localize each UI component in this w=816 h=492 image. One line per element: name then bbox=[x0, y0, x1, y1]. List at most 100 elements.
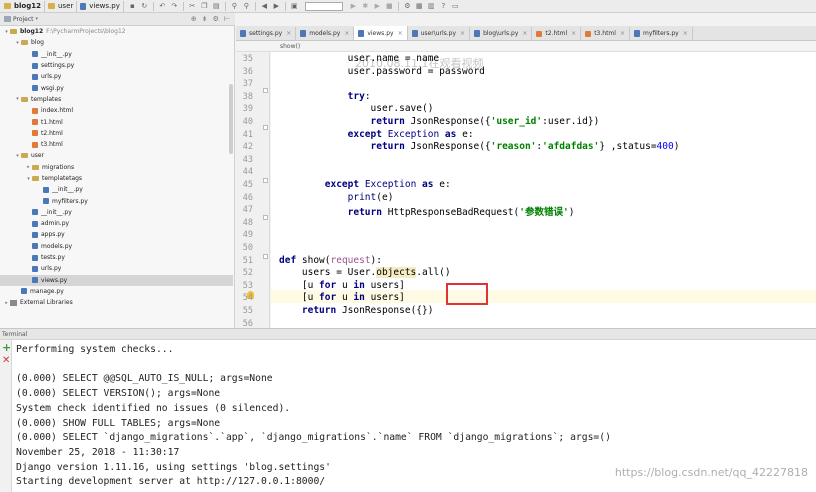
chevron-down-icon[interactable]: ▾ bbox=[3, 29, 10, 35]
terminal-output[interactable]: https://blog.csdn.net/qq_42227818 Perfor… bbox=[12, 340, 816, 492]
chevron-right-icon[interactable]: ▸ bbox=[25, 164, 32, 170]
close-session-icon[interactable]: ✕ bbox=[2, 355, 10, 366]
tree-item[interactable]: ▾ templatetags bbox=[0, 173, 233, 184]
close-icon[interactable]: × bbox=[344, 30, 349, 37]
console-icon[interactable]: ▭ bbox=[451, 2, 460, 11]
close-icon[interactable]: × bbox=[460, 30, 465, 37]
tree-item[interactable]: ▾ templates bbox=[0, 94, 233, 105]
scrollbar[interactable] bbox=[229, 84, 233, 154]
paste-icon[interactable]: ▤ bbox=[212, 2, 221, 11]
function-breadcrumb[interactable]: show() bbox=[280, 43, 300, 50]
tree-item[interactable]: tests.py bbox=[0, 252, 233, 263]
tree-item[interactable]: myfilters.py bbox=[0, 195, 233, 206]
cut-icon[interactable]: ✂ bbox=[188, 2, 197, 11]
code-line: print(e) bbox=[347, 191, 394, 203]
tree-item[interactable]: __init__.py bbox=[0, 207, 233, 218]
line-number: 36 bbox=[242, 66, 253, 77]
tree-item[interactable]: ▾ blog12 F:\PycharmProjects\blog12 bbox=[0, 26, 233, 37]
tree-item[interactable]: urls.py bbox=[0, 71, 233, 82]
stop-icon[interactable]: ■ bbox=[385, 2, 394, 11]
breadcrumb-project[interactable]: blog12 bbox=[1, 0, 45, 12]
close-icon[interactable]: × bbox=[683, 30, 688, 37]
tree-item[interactable]: urls.py bbox=[0, 263, 233, 274]
save-icon[interactable]: ▪ bbox=[128, 2, 137, 11]
tree-item[interactable]: admin.py bbox=[0, 218, 233, 229]
editor-tab[interactable]: myfilters.py × bbox=[630, 27, 693, 40]
html-file-icon bbox=[32, 107, 38, 114]
fold-marker-icon[interactable] bbox=[263, 254, 268, 259]
tree-item[interactable]: manage.py bbox=[0, 286, 233, 297]
build-icon[interactable]: ▣ bbox=[290, 2, 299, 11]
tree-item[interactable]: models.py bbox=[0, 241, 233, 252]
chevron-right-icon[interactable]: ▸ bbox=[3, 300, 10, 306]
editor-tab[interactable]: views.py × bbox=[354, 26, 408, 40]
breadcrumb-folder[interactable]: user bbox=[45, 0, 78, 12]
forward-icon[interactable]: ▶ bbox=[272, 2, 281, 11]
close-icon[interactable]: × bbox=[398, 30, 403, 37]
code-editor[interactable]: 2010.08.11.1在观看视频 user.name = name user.… bbox=[271, 52, 816, 328]
tree-item[interactable]: t1.html bbox=[0, 116, 233, 127]
tree-item[interactable]: ▾ blog bbox=[0, 37, 233, 48]
terminal-title[interactable]: Terminal bbox=[2, 331, 27, 338]
tree-item-label: t2.html bbox=[41, 129, 63, 137]
close-icon[interactable]: × bbox=[571, 30, 576, 37]
terminal-line: (0.000) SHOW FULL TABLES; args=None bbox=[16, 417, 221, 429]
editor-tab[interactable]: blog\urls.py × bbox=[470, 27, 533, 40]
undo-icon[interactable]: ↶ bbox=[158, 2, 167, 11]
chevron-down-icon[interactable]: ▾ bbox=[14, 96, 21, 102]
close-icon[interactable]: × bbox=[620, 30, 625, 37]
python-file-icon bbox=[32, 62, 38, 69]
sdk-icon[interactable]: ▥ bbox=[427, 2, 436, 11]
back-icon[interactable]: ◀ bbox=[260, 2, 269, 11]
tree-item[interactable]: ▸ External Libraries bbox=[0, 297, 233, 308]
chevron-down-icon[interactable]: ▾ bbox=[14, 40, 21, 46]
collapse-icon[interactable]: ⇟ bbox=[202, 15, 208, 23]
help-icon[interactable]: ? bbox=[439, 2, 448, 11]
copy-icon[interactable]: ❐ bbox=[200, 2, 209, 11]
hide-icon[interactable]: ⊢ bbox=[224, 15, 230, 23]
replace-icon[interactable]: ⚲ bbox=[242, 2, 251, 11]
new-session-icon[interactable]: + bbox=[2, 341, 11, 354]
line-number: 44 bbox=[242, 167, 253, 178]
sync-icon[interactable]: ↻ bbox=[140, 2, 149, 11]
close-icon[interactable]: × bbox=[522, 30, 527, 37]
tab-label: user\urls.py bbox=[420, 30, 457, 37]
gear-icon[interactable]: ⚙ bbox=[213, 15, 219, 23]
fold-marker-icon[interactable] bbox=[263, 88, 268, 93]
chevron-down-icon[interactable]: ▾ bbox=[25, 176, 32, 182]
structure-icon[interactable]: ▦ bbox=[415, 2, 424, 11]
fold-marker-icon[interactable] bbox=[263, 178, 268, 183]
chevron-down-icon[interactable]: ▾ bbox=[36, 16, 39, 22]
tree-item[interactable]: wsgi.py bbox=[0, 82, 233, 93]
run-configuration-select[interactable] bbox=[304, 1, 343, 11]
tree-item[interactable]: __init__.py bbox=[0, 49, 233, 60]
editor-tab[interactable]: user\urls.py × bbox=[408, 27, 471, 40]
tree-item[interactable]: t2.html bbox=[0, 128, 233, 139]
tree-item[interactable]: ▸ migrations bbox=[0, 162, 233, 173]
tree-item[interactable]: apps.py bbox=[0, 229, 233, 240]
tree-item[interactable]: index.html bbox=[0, 105, 233, 116]
coverage-icon[interactable]: ▶ bbox=[373, 2, 382, 11]
fold-marker-icon[interactable] bbox=[263, 215, 268, 220]
fold-marker-icon[interactable] bbox=[263, 125, 268, 130]
editor-tab[interactable]: t3.html × bbox=[581, 27, 630, 40]
run-icon[interactable]: ▶ bbox=[349, 2, 358, 11]
code-line: except Exception as e: bbox=[347, 128, 474, 140]
tree-item[interactable]: views.py bbox=[0, 274, 233, 286]
breadcrumb-file[interactable]: views.py bbox=[77, 0, 124, 12]
tree-item[interactable]: ▾ user bbox=[0, 150, 233, 161]
close-icon[interactable]: × bbox=[286, 30, 291, 37]
tree-item[interactable]: __init__.py bbox=[0, 184, 233, 195]
find-icon[interactable]: ⚲ bbox=[230, 2, 239, 11]
editor-tab[interactable]: t2.html × bbox=[532, 27, 582, 40]
project-panel-title[interactable]: Project bbox=[13, 16, 34, 23]
editor-tab[interactable]: settings.py × bbox=[236, 27, 297, 40]
scope-icon[interactable]: ⊕ bbox=[191, 15, 197, 23]
redo-icon[interactable]: ↷ bbox=[170, 2, 179, 11]
editor-tab[interactable]: models.py × bbox=[296, 27, 355, 40]
chevron-down-icon[interactable]: ▾ bbox=[14, 153, 21, 159]
settings-icon[interactable]: ⚙ bbox=[403, 2, 412, 11]
debug-icon[interactable]: ✱ bbox=[361, 2, 370, 11]
tree-item[interactable]: t3.html bbox=[0, 139, 233, 150]
tree-item[interactable]: settings.py bbox=[0, 60, 233, 71]
